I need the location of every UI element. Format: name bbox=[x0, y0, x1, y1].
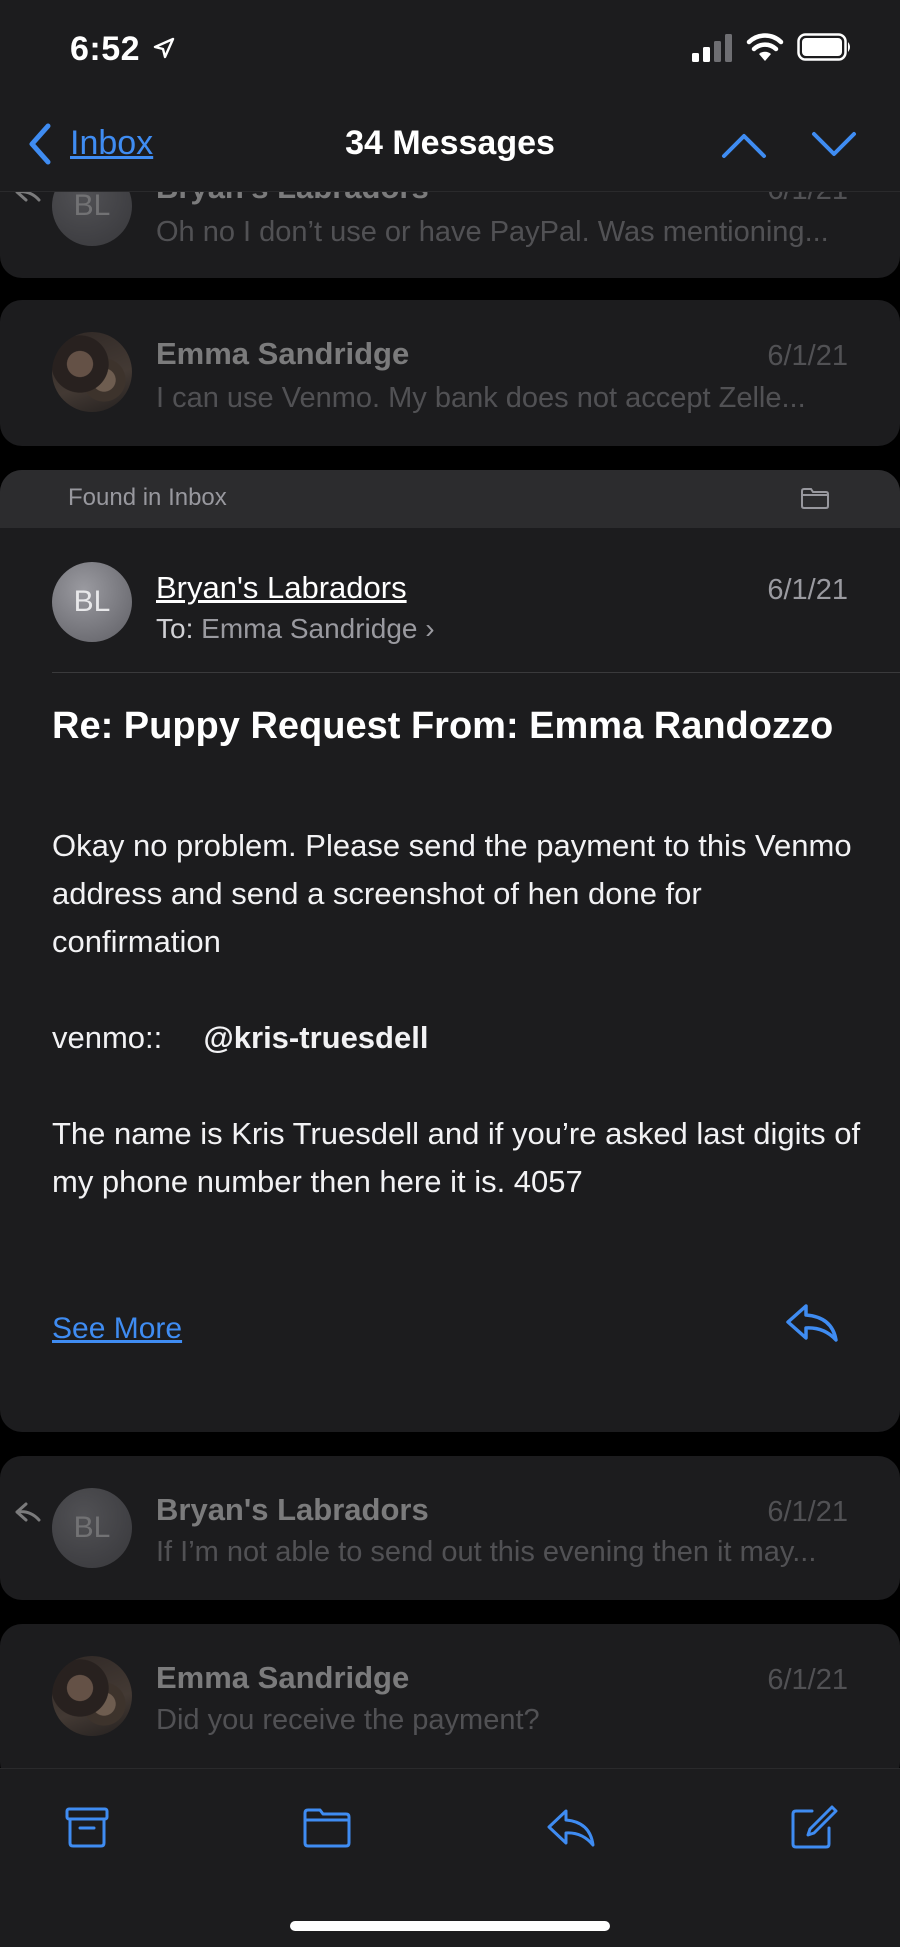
thread-preview: If I’m not able to send out this evening… bbox=[156, 1536, 817, 1568]
back-chevron-icon[interactable] bbox=[26, 122, 54, 166]
bottom-toolbar bbox=[0, 1768, 900, 1947]
recipients-line[interactable]: To: Emma Sandridge › bbox=[156, 613, 435, 645]
see-more-link[interactable]: See More bbox=[52, 1312, 182, 1346]
thread-sender: Emma Sandridge bbox=[156, 1660, 410, 1695]
avatar: BL bbox=[52, 1488, 132, 1568]
avatar-photo bbox=[52, 332, 132, 412]
cellular-signal-icon bbox=[692, 34, 732, 62]
mail-thread-screen: 6:52 Inbox 34 Messages BL Oh no I don’t … bbox=[0, 0, 900, 1947]
divider bbox=[52, 672, 900, 673]
chevron-up-icon[interactable] bbox=[720, 130, 768, 160]
thread-sender: Bryan's Labradors bbox=[156, 1492, 429, 1527]
home-indicator bbox=[290, 1921, 610, 1931]
replied-arrow-icon bbox=[15, 1502, 41, 1522]
thread-item[interactable]: Emma Sandridge 6/1/21 I can use Venmo. M… bbox=[0, 300, 900, 446]
thread-date: 6/1/21 bbox=[767, 340, 848, 372]
thread-item[interactable]: BL Bryan's Labradors 6/1/21 If I’m not a… bbox=[0, 1456, 900, 1600]
folder-icon[interactable] bbox=[800, 486, 830, 510]
venmo-prefix: venmo:: bbox=[52, 1020, 163, 1055]
to-label: To: bbox=[156, 613, 194, 644]
folder-icon[interactable] bbox=[302, 1803, 352, 1851]
reply-icon[interactable] bbox=[784, 1300, 840, 1346]
status-time: 6:52 bbox=[70, 30, 141, 68]
message-subject: Re: Puppy Request From: Emma Randozzo bbox=[52, 705, 834, 747]
thread-preview: Oh no I don’t use or have PayPal. Was me… bbox=[156, 216, 829, 248]
found-in-bar: Found in Inbox bbox=[0, 470, 900, 528]
navigation-header: 6:52 Inbox 34 Messages bbox=[0, 0, 900, 192]
archive-icon[interactable] bbox=[62, 1803, 112, 1851]
location-arrow-icon bbox=[153, 37, 175, 59]
wifi-icon bbox=[746, 33, 784, 61]
sender-avatar: BL bbox=[52, 562, 132, 642]
message-sender-link[interactable]: Bryan's Labradors bbox=[156, 570, 407, 606]
thread-preview: I can use Venmo. My bank does not accept… bbox=[156, 382, 806, 414]
message-date: 6/1/21 bbox=[767, 574, 848, 606]
venmo-handle: @kris-truesdell bbox=[203, 1020, 429, 1055]
thread-date: 6/1/21 bbox=[767, 1496, 848, 1528]
reply-icon[interactable] bbox=[546, 1803, 596, 1851]
recipient-name: Emma Sandridge bbox=[201, 613, 418, 644]
chevron-right-icon: › bbox=[425, 613, 435, 644]
avatar-photo bbox=[52, 1656, 132, 1736]
venmo-line: venmo:: @kris-truesdell bbox=[52, 1014, 872, 1062]
message-body-paragraph: The name is Kris Truesdell and if you’re… bbox=[52, 1116, 861, 1199]
battery-icon bbox=[797, 33, 850, 61]
compose-icon[interactable] bbox=[788, 1803, 838, 1851]
thread-date: 6/1/21 bbox=[767, 1664, 848, 1696]
thread-sender: Emma Sandridge bbox=[156, 336, 410, 371]
thread-item[interactable]: Emma Sandridge 6/1/21 Did you receive th… bbox=[0, 1624, 900, 1784]
chevron-down-icon[interactable] bbox=[810, 130, 858, 160]
back-to-inbox-link[interactable]: Inbox bbox=[70, 124, 153, 163]
thread-preview: Did you receive the payment? bbox=[156, 1704, 540, 1736]
open-message-card: Found in Inbox BL Bryan's Labradors 6/1/… bbox=[0, 470, 900, 1432]
found-in-label: Found in Inbox bbox=[68, 484, 227, 511]
page-title: 34 Messages bbox=[345, 124, 555, 162]
message-body-paragraph: Okay no problem. Please send the payment… bbox=[52, 828, 852, 959]
